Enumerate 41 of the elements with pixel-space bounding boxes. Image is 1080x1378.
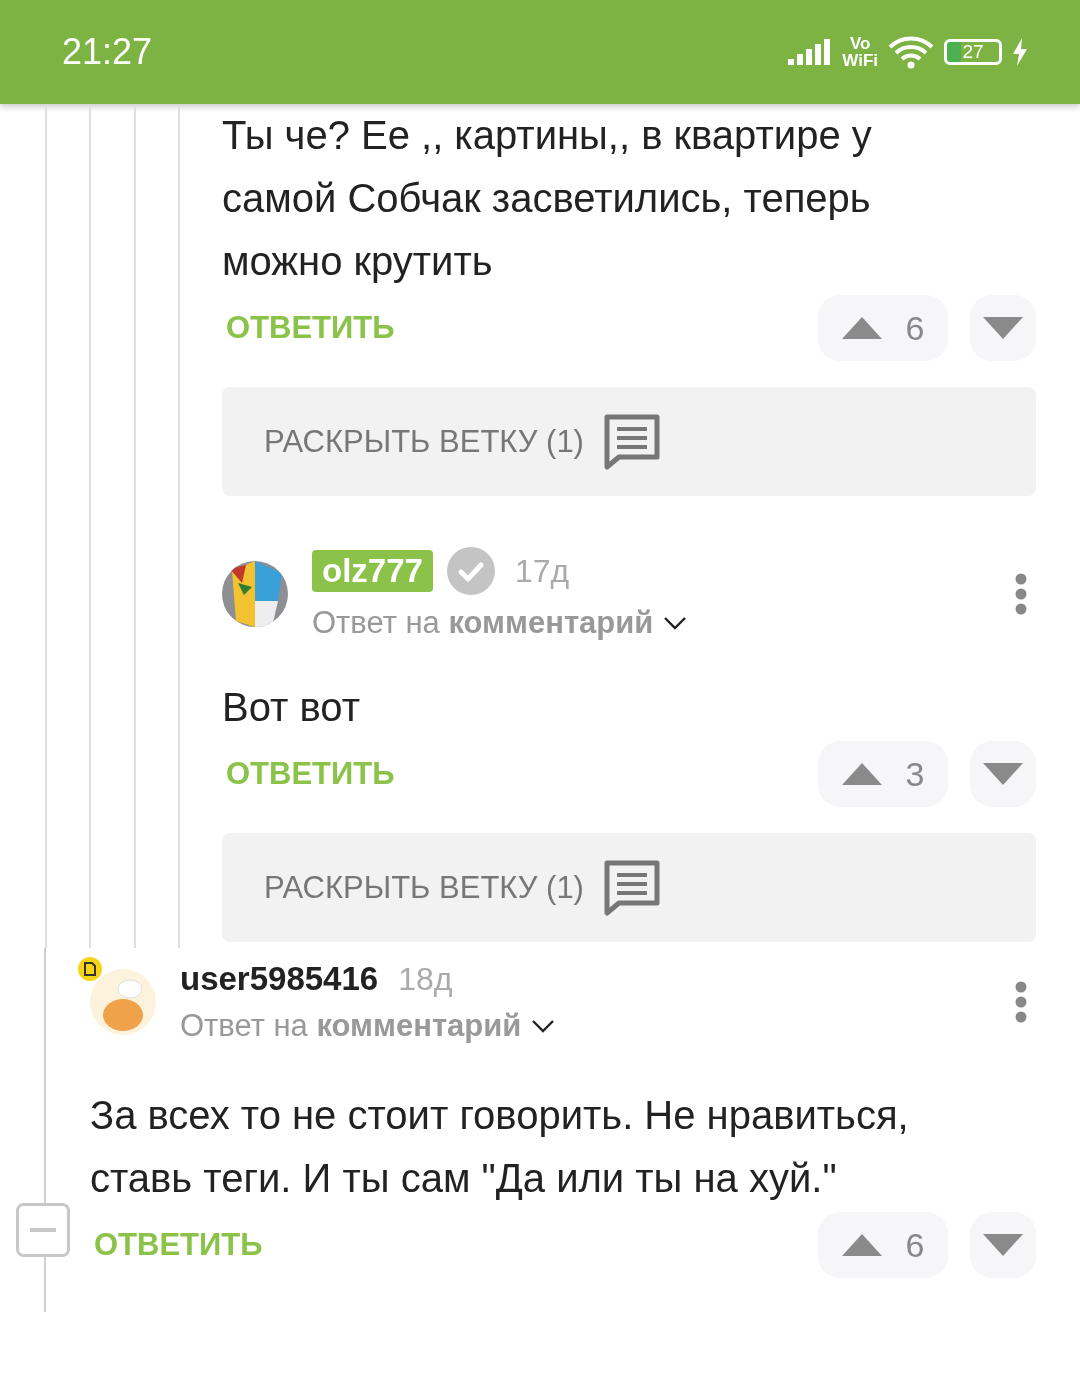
vowifi-label: Vo WiFi: [842, 35, 878, 69]
chevron-down-icon[interactable]: [531, 1019, 556, 1033]
more-icon[interactable]: [1014, 981, 1028, 1023]
comment-text: Вот вот: [222, 684, 361, 731]
author-name[interactable]: user5985416: [180, 960, 379, 998]
chevron-down-icon[interactable]: [663, 616, 688, 630]
upvote-button[interactable]: 6: [818, 1212, 948, 1278]
expand-thread-button[interactable]: РАСКРЫТЬ ВЕТКУ (1): [222, 833, 1036, 942]
charging-icon: [1012, 38, 1028, 66]
comment-time: 17д: [514, 552, 570, 590]
battery-icon: 27: [944, 39, 1002, 65]
wifi-icon: [888, 35, 934, 69]
downvote-icon: [983, 763, 1023, 785]
vote-count: 6: [905, 308, 925, 348]
reply-button[interactable]: ОТВЕТИТЬ: [90, 1227, 263, 1263]
author-name[interactable]: olz777: [312, 550, 433, 592]
comment-time: 18д: [398, 960, 453, 998]
upvote-button[interactable]: 6: [818, 295, 948, 361]
reply-button[interactable]: ОТВЕТИТЬ: [222, 756, 395, 792]
comment-text: За всех то не стоит говорить. Не нравиться, ставь теги. И ты сам "Да или ты на хуй.": [90, 1092, 910, 1202]
upvote-button[interactable]: 3: [818, 741, 948, 807]
downvote-button[interactable]: [970, 741, 1036, 807]
vote-count: 3: [905, 754, 925, 794]
downvote-icon: [983, 1234, 1023, 1256]
upvote-icon: [841, 317, 882, 339]
signal-icon: [788, 39, 833, 65]
comment-text: Ты че? Ее ,, картины,, в квартире у самой Собчак засветились, теперь можно крутить: [222, 112, 873, 285]
downvote-button[interactable]: [970, 295, 1036, 361]
more-icon[interactable]: [1014, 573, 1028, 615]
vote-count: 6: [905, 1225, 925, 1265]
reply-to-link[interactable]: Ответ на комментарий: [312, 605, 654, 641]
reply-button[interactable]: ОТВЕТИТЬ: [222, 310, 395, 346]
expand-thread-button[interactable]: РАСКРЫТЬ ВЕТКУ (1): [222, 387, 1036, 496]
upvote-icon: [841, 1234, 882, 1256]
status-time: 21:27: [62, 31, 153, 73]
comment-icon: [603, 413, 660, 470]
comment-icon: [603, 859, 660, 916]
upvote-icon: [841, 763, 882, 785]
reply-to-link[interactable]: Ответ на комментарий: [180, 1008, 522, 1044]
downvote-button[interactable]: [970, 1212, 1036, 1278]
downvote-icon: [983, 317, 1023, 339]
